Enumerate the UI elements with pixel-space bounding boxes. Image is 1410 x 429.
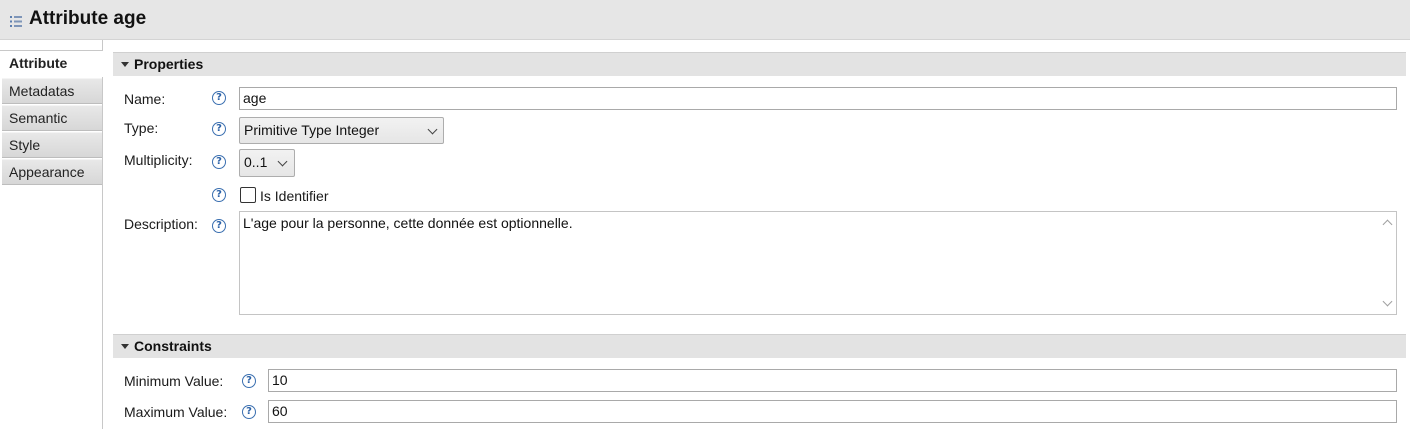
multiplicity-label: Multiplicity: [124, 152, 193, 168]
name-label: Name: [124, 91, 166, 107]
help-icon[interactable]: ? [212, 219, 226, 233]
tab-metadatas[interactable]: Metadatas [2, 78, 103, 104]
multiplicity-selected-value: 0..1 [244, 154, 268, 170]
chevron-down-icon [427, 124, 438, 135]
description-label: Description: [124, 216, 198, 232]
chevron-down-icon [277, 156, 288, 167]
description-textarea[interactable]: L'age pour la personne, cette donnée est… [239, 211, 1397, 315]
is-identifier-label[interactable]: Is Identifier [260, 188, 328, 204]
tabs-divider [102, 40, 103, 429]
help-icon[interactable]: ? [242, 374, 256, 388]
type-selected-value: Primitive Type Integer [244, 122, 380, 138]
property-tabs: Attribute Metadatas Semantic Style Appea… [0, 40, 104, 429]
type-dropdown[interactable]: Primitive Type Integer [239, 117, 444, 144]
properties-section-header[interactable]: Properties [113, 52, 1406, 76]
properties-section-title: Properties [134, 56, 204, 72]
tab-semantic[interactable]: Semantic [2, 105, 103, 131]
help-icon[interactable]: ? [212, 155, 226, 169]
constraints-section-title: Constraints [134, 338, 212, 354]
tab-style[interactable]: Style [2, 132, 103, 158]
is-identifier-checkbox[interactable] [240, 187, 256, 203]
minimum-value-field[interactable]: 10 [268, 369, 1397, 392]
page-title: Attribute age [29, 8, 147, 29]
tab-appearance[interactable]: Appearance [2, 159, 103, 185]
help-icon[interactable]: ? [212, 91, 226, 105]
help-icon[interactable]: ? [212, 188, 226, 202]
type-label: Type: [124, 120, 159, 136]
collapse-arrow-icon[interactable] [121, 62, 129, 67]
scroll-up-icon[interactable] [1382, 219, 1393, 230]
maximum-value-label: Maximum Value: [124, 404, 228, 420]
list-icon [10, 16, 22, 27]
editor-title-bar: Attribute age [0, 0, 1410, 40]
collapse-arrow-icon[interactable] [121, 344, 129, 349]
maximum-value-field[interactable]: 60 [268, 400, 1397, 423]
multiplicity-dropdown[interactable]: 0..1 [239, 149, 295, 177]
scroll-down-icon[interactable] [1382, 296, 1393, 307]
help-icon[interactable]: ? [212, 122, 226, 136]
tab-attribute[interactable]: Attribute [2, 51, 104, 77]
constraints-section-header[interactable]: Constraints [113, 334, 1406, 358]
description-scrollbar[interactable] [1379, 212, 1396, 314]
minimum-value-label: Minimum Value: [124, 373, 224, 389]
help-icon[interactable]: ? [242, 405, 256, 419]
name-field[interactable]: age [239, 87, 1397, 110]
description-text: L'age pour la personne, cette donnée est… [243, 215, 573, 231]
